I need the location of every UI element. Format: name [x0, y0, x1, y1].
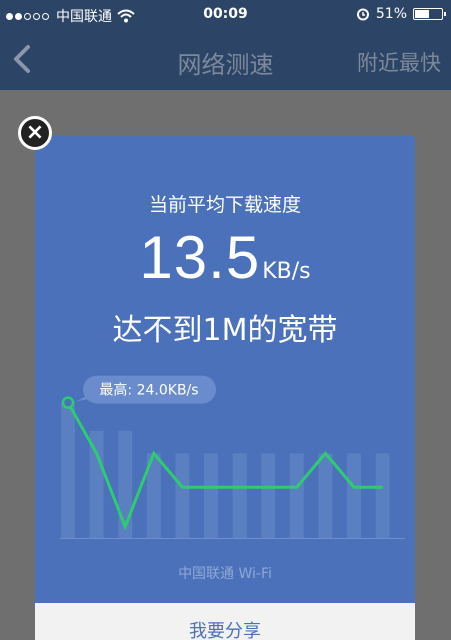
status-right: 51% — [356, 6, 446, 22]
battery-icon — [413, 8, 446, 20]
chart-bar — [232, 453, 247, 538]
battery-percent: 51% — [375, 6, 407, 22]
status-bar: 中国联通 00:09 51% — [0, 0, 451, 30]
average-speed-label: 当前平均下载速度 — [148, 194, 301, 216]
speed-readout: 13.5KB/s — [35, 223, 415, 292]
close-icon[interactable]: × — [18, 116, 52, 150]
chart-bar — [261, 453, 276, 538]
chart-bar — [375, 453, 390, 538]
bandwidth-verdict: 达不到1M的宽带 — [112, 313, 338, 348]
nearest-fastest-button[interactable]: 附近最快 — [357, 47, 441, 77]
network-info: 中国联通 Wi-Fi — [178, 566, 272, 582]
chart-bar — [289, 453, 304, 538]
speed-value: 13.5 — [139, 224, 261, 291]
share-button[interactable]: 我要分享 — [35, 603, 415, 640]
chart-bar — [318, 453, 333, 538]
peak-speed-label: 最高: 24.0KB/s — [99, 382, 198, 399]
speed-chart: 最高: 24.0KB/s — [60, 375, 405, 539]
speed-unit: KB/s — [262, 259, 311, 284]
chart-bar — [175, 453, 190, 538]
alarm-icon — [356, 8, 369, 21]
navigation-bar: 网络测速 附近最快 — [0, 30, 451, 90]
peak-tooltip: 最高: 24.0KB/s — [76, 375, 216, 404]
chart-bar — [347, 453, 361, 538]
chart-series-line — [66, 401, 383, 531]
chart-bar — [118, 430, 133, 538]
chart-peak-point — [61, 396, 75, 409]
chart-bar — [61, 402, 75, 538]
speed-result-card: 当前平均下载速度 13.5KB/s 达不到1M的宽带 最高: 24.0KB/s … — [35, 135, 415, 640]
chart-bar — [204, 453, 218, 538]
